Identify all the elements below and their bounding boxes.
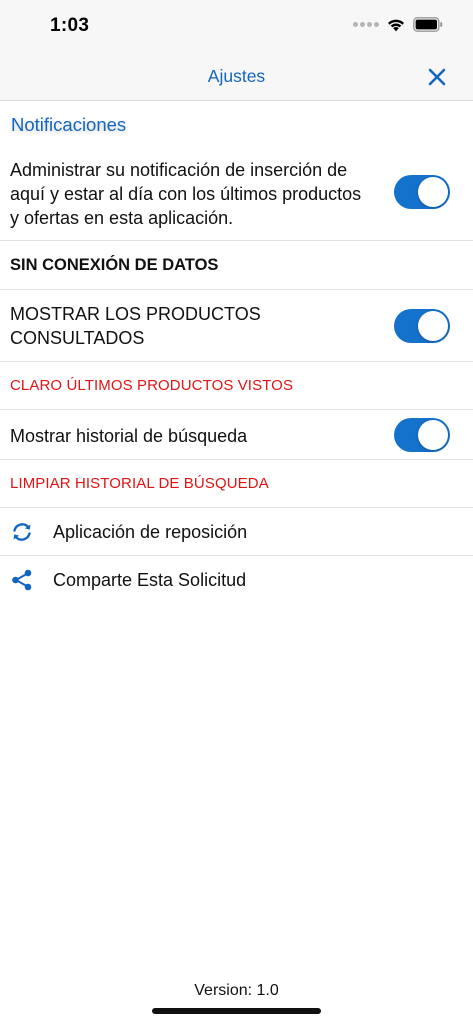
cellular-signal-icon bbox=[353, 22, 379, 27]
status-bar: 1:03 bbox=[0, 0, 473, 54]
close-icon[interactable] bbox=[425, 65, 449, 89]
share-app-button[interactable]: Comparte Esta Solicitud bbox=[0, 556, 473, 604]
wifi-icon bbox=[388, 19, 404, 32]
reset-app-label: Aplicación de reposición bbox=[53, 522, 248, 542]
toggle-knob bbox=[418, 311, 448, 341]
show-products-row: MOSTRAR LOS PRODUCTOS CONSULTADOS bbox=[0, 290, 473, 362]
clear-products-button[interactable]: CLARO ÚLTIMOS PRODUCTOS VISTOS bbox=[0, 362, 473, 410]
share-app-label: Comparte Esta Solicitud bbox=[53, 570, 247, 590]
search-history-label: Mostrar historial de búsqueda bbox=[10, 426, 248, 446]
clear-history-label: LIMPIAR HISTORIAL DE BÚSQUEDA bbox=[10, 475, 269, 492]
battery-icon bbox=[413, 17, 443, 32]
refresh-icon bbox=[13, 523, 31, 541]
notifications-header-label: Notificaciones bbox=[11, 114, 127, 135]
show-products-label-line: MOSTRAR LOS PRODUCTOS bbox=[10, 304, 261, 324]
navigation-bar: Ajustes bbox=[0, 54, 473, 101]
reset-app-button[interactable]: Aplicación de reposición bbox=[0, 508, 473, 556]
notifications-description: Administrar su notificación de inserción… bbox=[10, 158, 361, 230]
offline-data-header-row: SIN CONEXIÓN DE DATOS bbox=[0, 241, 473, 290]
notifications-section-header: Notificaciones bbox=[0, 102, 473, 146]
show-products-label: MOSTRAR LOS PRODUCTOS CONSULTADOS bbox=[10, 302, 261, 350]
search-history-row: Mostrar historial de búsqueda bbox=[0, 410, 473, 460]
status-icons bbox=[353, 17, 443, 32]
notifications-description-line: Administrar su notificación de inserción… bbox=[10, 160, 348, 180]
search-history-toggle[interactable] bbox=[394, 418, 450, 452]
toggle-knob bbox=[418, 177, 448, 207]
page-title: Ajustes bbox=[207, 66, 266, 86]
show-products-label-line: CONSULTADOS bbox=[10, 328, 145, 348]
show-products-toggle[interactable] bbox=[394, 309, 450, 343]
offline-data-header: SIN CONEXIÓN DE DATOS bbox=[10, 256, 219, 274]
clear-products-label: CLARO ÚLTIMOS PRODUCTOS VISTOS bbox=[10, 377, 294, 394]
notifications-row: Administrar su notificación de inserción… bbox=[0, 146, 473, 241]
version-label: Version: 1.0 bbox=[194, 982, 279, 999]
notifications-description-line: y ofertas en esta aplicación. bbox=[10, 208, 234, 228]
toggle-knob bbox=[418, 420, 448, 450]
clear-history-button[interactable]: LIMPIAR HISTORIAL DE BÚSQUEDA bbox=[0, 460, 473, 508]
notifications-toggle[interactable] bbox=[394, 175, 450, 209]
home-indicator[interactable] bbox=[152, 1008, 321, 1014]
share-icon bbox=[12, 569, 32, 591]
notifications-description-line: aquí y estar al día con los últimos prod… bbox=[10, 184, 362, 204]
status-time: 1:03 bbox=[50, 15, 90, 36]
